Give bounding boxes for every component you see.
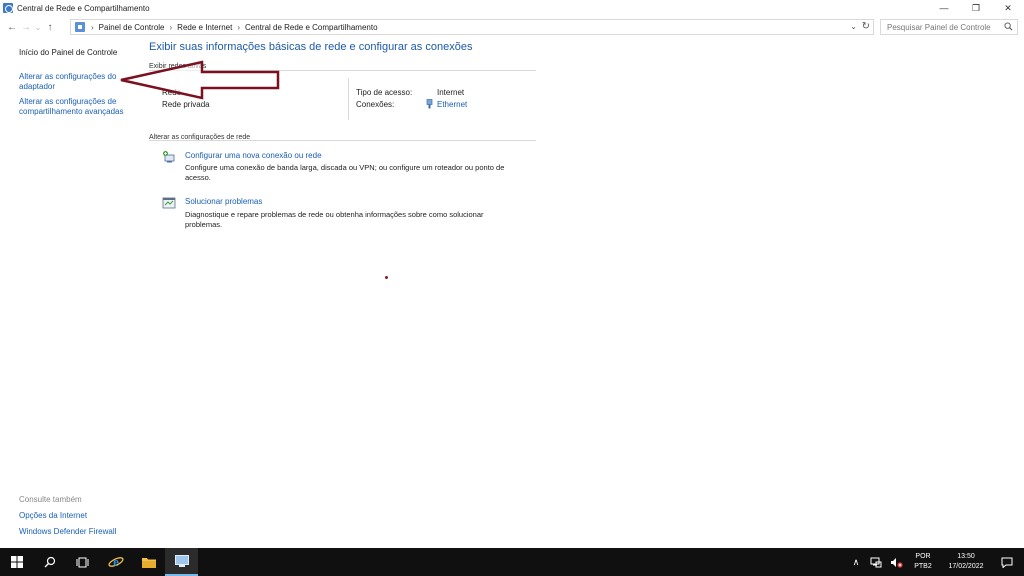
ethernet-icon [426, 99, 433, 109]
connections-label: Conexões: [356, 100, 395, 109]
network-status-icon[interactable] [869, 555, 883, 569]
navigation-bar: ← → ⌄ ↑ › Painel de Controle › Rede e In… [0, 17, 1024, 37]
task-view-icon [76, 557, 89, 567]
clock-date: 17/02/2022 [948, 563, 984, 570]
troubleshoot-problems-description: Diagnostique e repare problemas de rede … [185, 210, 484, 229]
internet-explorer-button[interactable]: e [99, 548, 132, 576]
new-connection-icon [163, 151, 175, 163]
windows-firewall-link[interactable]: Windows Defender Firewall [19, 527, 134, 537]
search-icon [44, 556, 55, 568]
keyboard-layout: PTB2 [914, 563, 932, 570]
minimize-button[interactable]: — [928, 0, 960, 16]
recent-locations-button[interactable]: ⌄ [33, 19, 43, 35]
breadcrumb-control-panel[interactable]: Painel de Controle [96, 23, 168, 32]
folder-icon [141, 558, 156, 568]
taskbar: e ∧ POR PTB2 13:50 17/02/2022 [0, 548, 1024, 576]
volume-muted-icon[interactable] [889, 555, 903, 569]
breadcrumb-separator: › [91, 22, 94, 32]
divider [348, 78, 349, 120]
breadcrumb-network-center[interactable]: Central de Rede e Compartilhamento [242, 23, 381, 32]
troubleshoot-icon [162, 197, 176, 209]
refresh-button[interactable]: ↻ [862, 21, 870, 32]
change-adapter-settings-link[interactable]: Alterar as configurações do adaptador [19, 72, 119, 92]
clock[interactable]: 13:50 17/02/2022 [942, 552, 990, 572]
see-also-label: Consulte também [19, 495, 82, 504]
notification-icon [1001, 557, 1013, 568]
window-title: Central de Rede e Compartilhamento [17, 3, 150, 13]
control-panel-taskbar-button[interactable] [165, 548, 198, 576]
clock-time: 13:50 [957, 553, 975, 560]
action-center-button[interactable] [1000, 555, 1014, 569]
setup-new-connection-link[interactable]: Configurar uma nova conexão ou rede [185, 151, 322, 160]
internet-explorer-icon: e [107, 554, 124, 569]
access-type-label: Tipo de acesso: [356, 88, 413, 97]
ethernet-connection-link[interactable]: Ethernet [437, 100, 467, 109]
search-icon[interactable] [1004, 22, 1013, 31]
breadcrumb-separator: › [169, 22, 173, 32]
breadcrumb-network-internet[interactable]: Rede e Internet [174, 23, 235, 32]
up-button[interactable]: ↑ [43, 19, 57, 35]
setup-new-connection-description: Configure uma conexão de banda larga, di… [185, 163, 505, 182]
close-button[interactable]: ✕ [992, 0, 1024, 16]
left-pane: Início do Painel de Controle Alterar as … [0, 38, 140, 548]
forward-button[interactable]: → [19, 19, 33, 35]
control-panel-home-link[interactable]: Início do Painel de Controle [19, 48, 134, 58]
maximize-button[interactable]: ❐ [960, 0, 992, 16]
system-tray: ∧ POR PTB2 13:50 17/02/2022 [846, 548, 1024, 576]
windows-logo-icon [10, 556, 23, 568]
language-code: POR [915, 553, 931, 560]
task-view-button[interactable] [66, 548, 99, 576]
search-input[interactable] [881, 22, 999, 32]
access-type-value: Internet [437, 88, 465, 97]
internet-options-link[interactable]: Opções da Internet [19, 511, 134, 521]
annotation-arrow [120, 60, 280, 100]
address-dropdown-button[interactable]: ⌄ [850, 22, 857, 31]
file-explorer-button[interactable] [132, 548, 165, 576]
title-bar: Central de Rede e Compartilhamento — ❐ ✕ [0, 0, 1024, 16]
breadcrumb-separator: › [237, 22, 240, 32]
annotation-dot [385, 276, 388, 279]
window-controls: — ❐ ✕ [928, 0, 1024, 16]
control-panel-icon [75, 22, 85, 32]
show-hidden-icons-button[interactable]: ∧ [849, 555, 863, 569]
page-title: Exibir suas informações básicas de rede … [149, 41, 473, 53]
network-center-icon [174, 555, 189, 567]
divider [149, 140, 536, 141]
change-advanced-sharing-link[interactable]: Alterar as configurações de compartilham… [19, 97, 129, 117]
address-bar[interactable]: › Painel de Controle › Rede e Internet ›… [70, 19, 874, 35]
start-button[interactable] [0, 548, 33, 576]
back-button[interactable]: ← [5, 19, 19, 35]
svg-text:e: e [113, 554, 119, 569]
network-center-icon [3, 3, 13, 13]
troubleshoot-problems-link[interactable]: Solucionar problemas [185, 197, 262, 206]
taskbar-search-button[interactable] [33, 548, 66, 576]
input-language-indicator[interactable]: POR PTB2 [910, 552, 936, 572]
search-box[interactable] [880, 19, 1018, 35]
